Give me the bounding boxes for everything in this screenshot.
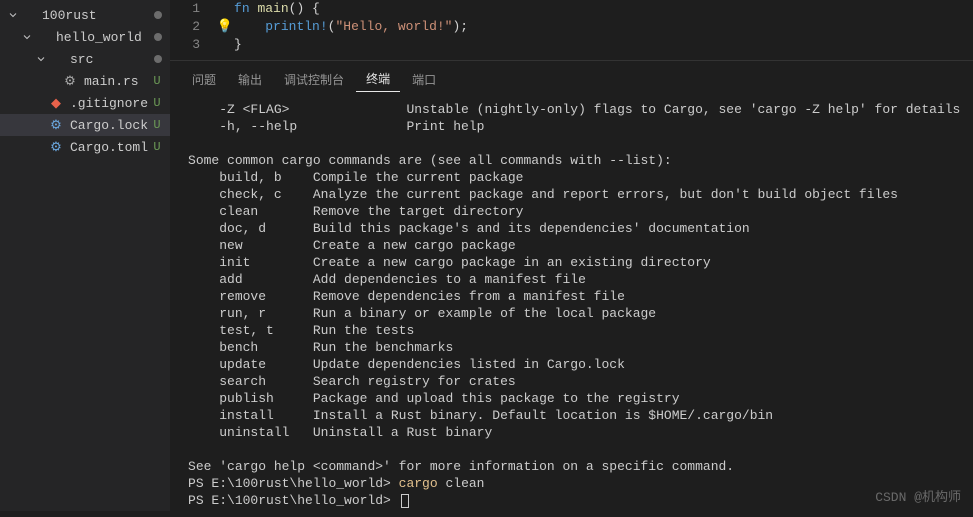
tree-item-label: Cargo.lock bbox=[70, 118, 148, 133]
git-status-badge: U bbox=[152, 96, 162, 110]
code-text: } bbox=[234, 36, 242, 54]
panel-tab-1[interactable]: 输出 bbox=[228, 67, 272, 92]
panel-tab-2[interactable]: 调试控制台 bbox=[274, 67, 354, 92]
terminal-cursor bbox=[401, 494, 409, 508]
chevron-down-icon[interactable] bbox=[34, 52, 48, 66]
watermark: CSDN @机构师 bbox=[875, 486, 961, 505]
prompt-path: PS E:\100rust\hello_world> bbox=[188, 493, 399, 508]
tree-item-src[interactable]: src bbox=[0, 48, 170, 70]
prompt-command-arg: clean bbox=[438, 476, 485, 491]
tree-item-100rust[interactable]: 100rust bbox=[0, 4, 170, 26]
tree-item-label: src bbox=[70, 52, 150, 67]
tree-item-cargo-toml[interactable]: ⚙ Cargo.toml U bbox=[0, 136, 170, 158]
git-modified-dot bbox=[154, 55, 162, 63]
git-modified-dot bbox=[154, 33, 162, 41]
git-icon: ◆ bbox=[48, 95, 64, 111]
git-status-badge: U bbox=[152, 74, 162, 88]
prompt-command: cargo bbox=[399, 476, 438, 491]
rust-icon: ⚙ bbox=[62, 73, 78, 89]
panel-tab-3[interactable]: 终端 bbox=[356, 66, 400, 92]
gear-icon: ⚙ bbox=[48, 117, 64, 133]
lightbulb-icon[interactable]: 💡 bbox=[218, 18, 232, 36]
tree-item-label: .gitignore bbox=[70, 96, 148, 111]
code-line[interactable]: 2💡 println!("Hello, world!"); bbox=[170, 18, 973, 36]
chevron-down-icon[interactable] bbox=[20, 30, 34, 44]
code-text: fn main() { bbox=[234, 0, 320, 18]
terminal-content[interactable]: -Z <FLAG> Unstable (nightly-only) flags … bbox=[170, 93, 973, 517]
gear-icon: ⚙ bbox=[48, 139, 64, 155]
bottom-panel: 问题输出调试控制台终端端口 -Z <FLAG> Unstable (nightl… bbox=[170, 60, 973, 517]
tree-item-label: main.rs bbox=[84, 74, 148, 89]
git-modified-dot bbox=[154, 11, 162, 19]
tree-item-label: Cargo.toml bbox=[70, 140, 148, 155]
line-number: 1 bbox=[170, 0, 218, 18]
tree-item-cargo-lock[interactable]: ⚙ Cargo.lock U bbox=[0, 114, 170, 136]
tree-item-main-rs[interactable]: ⚙ main.rs U bbox=[0, 70, 170, 92]
code-line[interactable]: 3} bbox=[170, 36, 973, 54]
tree-item-label: 100rust bbox=[42, 8, 150, 23]
panel-tab-0[interactable]: 问题 bbox=[182, 67, 226, 92]
code-editor[interactable]: 1fn main() {2💡 println!("Hello, world!")… bbox=[170, 0, 973, 60]
code-line[interactable]: 1 fn main() { bbox=[170, 0, 973, 18]
panel-tabs: 问题输出调试控制台终端端口 bbox=[170, 61, 973, 93]
line-number: 3 bbox=[170, 36, 218, 54]
tree-item-label: hello_world bbox=[56, 30, 150, 45]
file-explorer: 100rust hello_worldsrc ⚙ main.rs U ◆ .gitignor… bbox=[0, 0, 170, 511]
code-text: println!("Hello, world!"); bbox=[234, 18, 468, 36]
main-area: 1fn main() {2💡 println!("Hello, world!")… bbox=[170, 0, 973, 511]
git-status-badge: U bbox=[152, 118, 162, 132]
git-status-badge: U bbox=[152, 140, 162, 154]
tree-item-hello-world[interactable]: hello_world bbox=[0, 26, 170, 48]
line-number: 2 bbox=[170, 18, 218, 36]
chevron-down-icon[interactable] bbox=[6, 8, 20, 22]
tree-item--gitignore[interactable]: ◆ .gitignore U bbox=[0, 92, 170, 114]
prompt-path: PS E:\100rust\hello_world> bbox=[188, 476, 399, 491]
panel-tab-4[interactable]: 端口 bbox=[402, 67, 446, 92]
